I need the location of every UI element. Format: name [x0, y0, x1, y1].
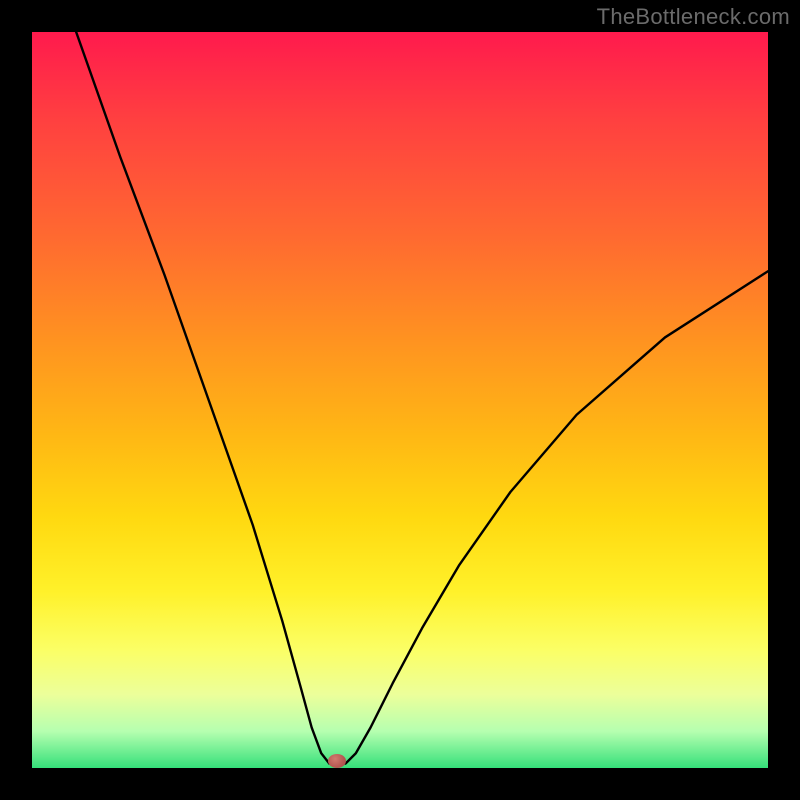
watermark-text: TheBottleneck.com: [597, 4, 790, 30]
optimum-marker: [328, 754, 346, 768]
bottleneck-curve: [32, 32, 768, 768]
chart-frame: TheBottleneck.com: [0, 0, 800, 800]
plot-area: [32, 32, 768, 768]
